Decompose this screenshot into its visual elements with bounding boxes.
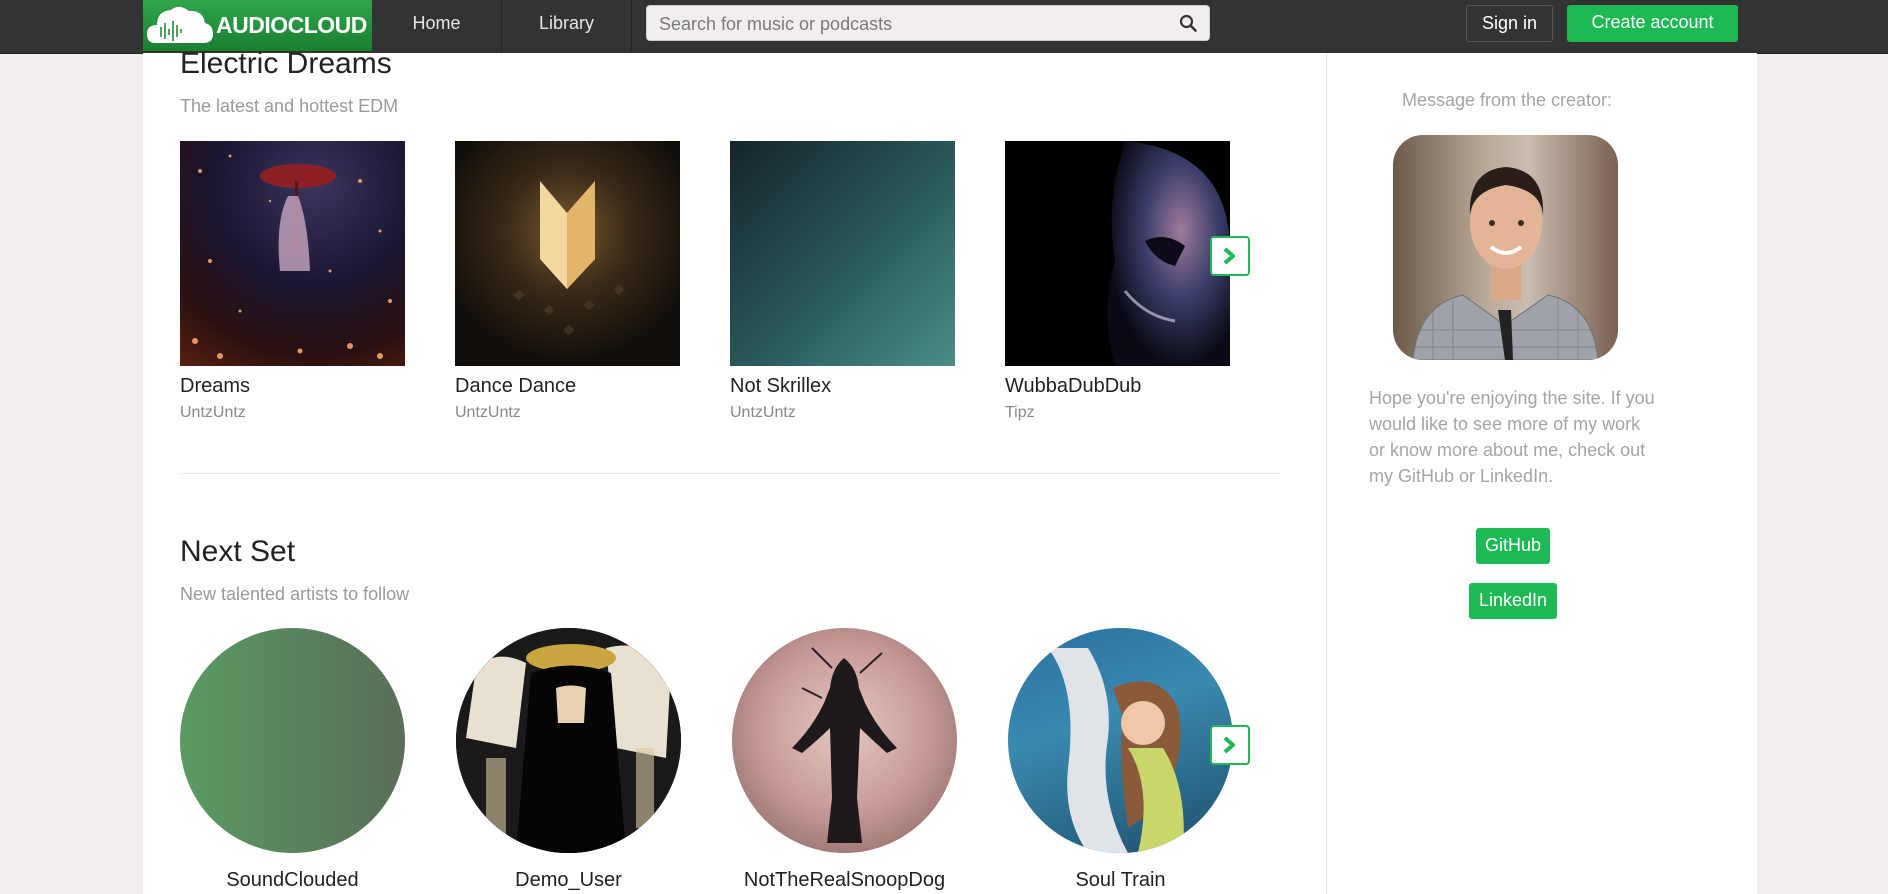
artist-card[interactable]: SoundClouded: [180, 628, 405, 892]
creator-sidebar: Message from the creator: Hope you're en…: [1327, 53, 1757, 894]
logo-text: AUDIOCLOUD: [216, 12, 367, 38]
chevron-right-icon: [1223, 736, 1235, 754]
track-artwork[interactable]: [730, 141, 955, 366]
creator-message: Hope you're enjoying the site. If you wo…: [1369, 388, 1655, 486]
cloud-logo-icon: [147, 6, 213, 43]
linkedin-button[interactable]: LinkedIn: [1469, 583, 1557, 619]
github-button[interactable]: GitHub: [1476, 528, 1550, 564]
track-artwork[interactable]: [180, 141, 405, 366]
artist-avatar[interactable]: [456, 628, 681, 853]
track-artist[interactable]: UntzUntz: [730, 404, 955, 422]
carousel-next-button[interactable]: [1210, 725, 1250, 765]
section-subtitle: The latest and hottest EDM: [180, 96, 399, 116]
artist-name[interactable]: NotTheRealSnoopDog: [732, 869, 957, 892]
track-title[interactable]: Dreams: [180, 375, 405, 398]
artist-avatar[interactable]: [180, 628, 405, 853]
main-content: Electric Dreams The latest and hottest E…: [143, 47, 1327, 894]
track-artist[interactable]: UntzUntz: [455, 404, 680, 422]
track-artwork[interactable]: [455, 141, 680, 366]
artist-name[interactable]: Soul Train: [1008, 869, 1233, 892]
top-nav-bar: AUDIOCLOUD Home Library Sign in Create a…: [0, 0, 1888, 54]
track-title[interactable]: Dance Dance: [455, 375, 680, 398]
track-title[interactable]: WubbaDubDub: [1005, 375, 1230, 398]
artist-name[interactable]: SoundClouded: [180, 869, 405, 892]
artist-card[interactable]: NotTheRealSnoopDog: [732, 628, 957, 892]
nav-home[interactable]: Home: [372, 0, 502, 51]
chevron-right-icon: [1223, 247, 1235, 265]
nav-library[interactable]: Library: [502, 0, 632, 51]
track-card[interactable]: WubbaDubDub Tipz: [1005, 141, 1230, 422]
track-artwork[interactable]: [1005, 141, 1230, 366]
track-card[interactable]: Dance Dance UntzUntz: [455, 141, 680, 422]
artist-card[interactable]: Soul Train: [1008, 628, 1233, 892]
creator-portrait: [1393, 135, 1618, 360]
track-title[interactable]: Not Skrillex: [730, 375, 955, 398]
section-title-next-set: Next Set: [180, 535, 296, 568]
sign-in-button[interactable]: Sign in: [1466, 5, 1553, 42]
section-divider: [180, 473, 1280, 474]
carousel-next-button[interactable]: [1210, 236, 1250, 276]
track-card[interactable]: Not Skrillex UntzUntz: [730, 141, 955, 422]
creator-heading: Message from the creator:: [1401, 90, 1613, 110]
track-artist[interactable]: Tipz: [1005, 404, 1230, 422]
search-bar: [646, 5, 1210, 41]
logo[interactable]: AUDIOCLOUD: [143, 0, 372, 51]
create-account-button[interactable]: Create account: [1567, 5, 1738, 42]
artist-avatar[interactable]: [1008, 628, 1233, 853]
track-artist[interactable]: UntzUntz: [180, 404, 405, 422]
track-card[interactable]: Dreams UntzUntz: [180, 141, 405, 422]
artist-avatar[interactable]: [732, 628, 957, 853]
artist-name[interactable]: Demo_User: [456, 869, 681, 892]
artist-card[interactable]: Demo_User: [456, 628, 681, 892]
search-icon[interactable]: [1179, 14, 1197, 32]
search-input[interactable]: [657, 10, 1161, 38]
section-title-electric-dreams: Electric Dreams: [180, 47, 392, 80]
section-subtitle: New talented artists to follow: [180, 584, 410, 604]
